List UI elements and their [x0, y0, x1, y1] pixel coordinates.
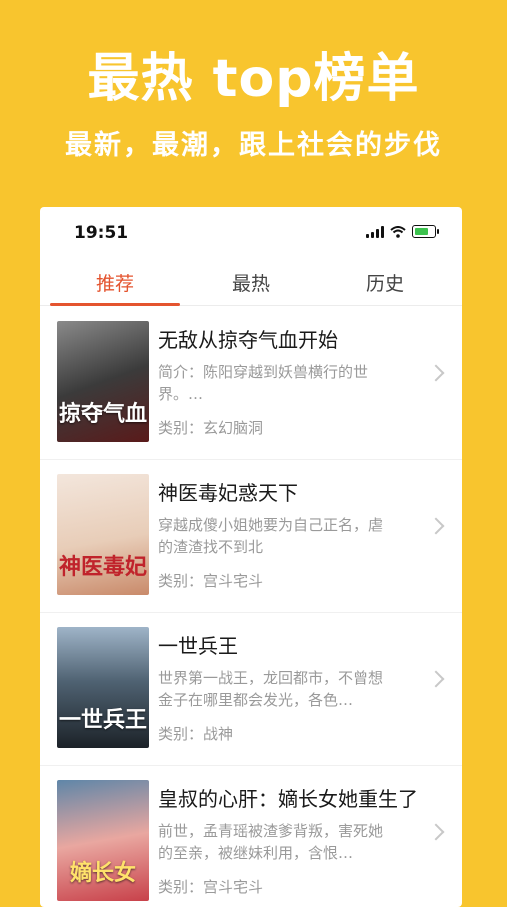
status-time: 19:51: [74, 223, 129, 243]
chevron-right-icon: [427, 364, 445, 382]
cover-title: 掠夺气血: [58, 401, 147, 427]
active-tab-indicator: [50, 303, 180, 306]
book-title: 无敌从掠夺气血开始: [158, 328, 338, 352]
book-item[interactable]: 掠夺气血 无敌从掠夺气血开始 简介：陈阳穿越到妖兽横行的世界。… 类别：玄幻脑洞: [40, 307, 462, 460]
book-description: 简介：陈阳穿越到妖兽横行的世界。…: [158, 363, 369, 403]
battery-icon: [412, 225, 439, 238]
book-description: 前世，孟青瑶被渣爹背叛，害死她的至亲，被继妹利用，含恨…: [158, 822, 384, 862]
tab-hottest[interactable]: 最热: [186, 269, 316, 296]
book-title: 一世兵王: [158, 634, 238, 658]
book-cover: 掠夺气血: [57, 321, 149, 442]
cover-title: 一世兵王: [58, 707, 147, 733]
cover-title: 嫡长女: [69, 860, 136, 886]
tab-bar: 推荐 最热 历史: [40, 259, 462, 306]
phone-screen: 19:51 推荐 最热 历史 掠夺气血 无敌从掠夺气血开始 简介：陈阳穿越到妖兽…: [40, 207, 462, 907]
book-cover: 一世兵王: [57, 627, 149, 748]
cover-title: 神医毒妃: [58, 554, 147, 580]
book-item[interactable]: 嫡长女 皇叔的心肝：嫡长女她重生了 前世，孟青瑶被渣爹背叛，害死她的至亲，被继妹…: [40, 766, 462, 907]
status-bar: 19:51: [40, 207, 462, 257]
book-item[interactable]: 神医毒妃 神医毒妃惑天下 穿越成傻小姐她要为自己正名，虐的渣渣找不到北 类别：宫…: [40, 460, 462, 613]
chevron-right-icon: [427, 823, 445, 841]
book-description: 世界第一战王，龙回都市，不曾想金子在哪里都会发光，各色…: [158, 669, 384, 709]
tab-recommend[interactable]: 推荐: [50, 269, 180, 296]
book-title: 皇叔的心肝：嫡长女她重生了: [158, 787, 418, 811]
book-category: 类别：宫斗宅斗: [158, 572, 264, 590]
promo-title: 最热 top榜单: [87, 49, 420, 109]
book-cover: 神医毒妃: [57, 474, 149, 595]
book-item[interactable]: 一世兵王 一世兵王 世界第一战王，龙回都市，不曾想金子在哪里都会发光，各色… 类…: [40, 613, 462, 766]
chevron-right-icon: [427, 517, 445, 535]
signal-icon: [366, 225, 384, 238]
book-cover: 嫡长女: [57, 780, 149, 901]
book-description: 穿越成傻小姐她要为自己正名，虐的渣渣找不到北: [158, 516, 384, 556]
book-category: 类别：宫斗宅斗: [158, 878, 264, 896]
status-icons: [366, 225, 439, 238]
chevron-right-icon: [427, 670, 445, 688]
book-list: 掠夺气血 无敌从掠夺气血开始 简介：陈阳穿越到妖兽横行的世界。… 类别：玄幻脑洞…: [40, 307, 462, 907]
book-title: 神医毒妃惑天下: [158, 481, 298, 505]
book-category: 类别：战神: [158, 725, 234, 743]
tab-history[interactable]: 历史: [320, 269, 450, 296]
book-category: 类别：玄幻脑洞: [158, 419, 264, 437]
wifi-icon: [390, 225, 406, 238]
promo-subtitle: 最新，最潮，跟上社会的步伐: [65, 130, 442, 161]
